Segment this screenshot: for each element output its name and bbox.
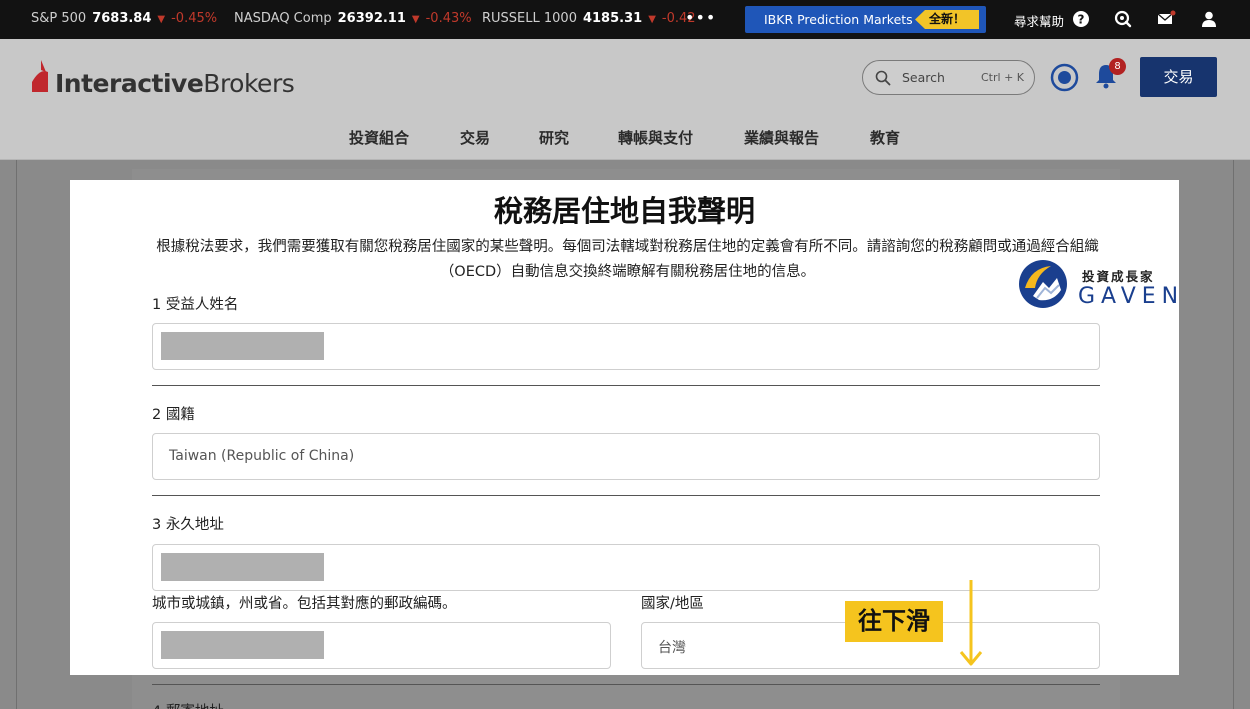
country-region-label: 國家/地區 [641, 596, 704, 612]
section-divider [152, 684, 1100, 685]
nav-item-education[interactable]: 教育 [870, 127, 900, 148]
site-header: InteractiveBrokers Search Ctrl + K 8 交易 … [0, 39, 1250, 160]
user-icon[interactable] [1199, 9, 1219, 29]
new-badge: 全新！ [915, 10, 979, 29]
beneficiary-name-label: 1 受益人姓名 [152, 297, 239, 313]
ticker-change: -0.45% [171, 11, 218, 26]
gaven-watermark: 投資成長家 GAVEN [1017, 258, 1178, 312]
page-border-right [1233, 160, 1234, 709]
market-ticker-bar: S&P 500 7683.84 ▼ -0.45% NASDAQ Comp 26392.1… [0, 0, 1250, 39]
page-title: 稅務居住地自我聲明 [493, 194, 755, 228]
nav-item-transfer-pay[interactable]: 轉帳與支付 [618, 127, 693, 148]
svg-text:?: ? [1078, 13, 1085, 27]
page-border-left [16, 160, 17, 709]
scroll-down-hint: 往下滑 [845, 601, 943, 642]
redacted-value [161, 631, 324, 659]
help-link[interactable]: 尋求幫助 [1014, 11, 1064, 30]
gaven-name: GAVEN [1078, 284, 1185, 309]
ticker-change: -0.43% [425, 11, 472, 26]
ticker-label: NASDAQ Comp [234, 11, 332, 26]
down-arrow-icon: ▼ [648, 14, 656, 25]
chat-icon[interactable] [1113, 9, 1133, 29]
nationality-value: Taiwan (Republic of China) [169, 448, 355, 464]
ticker-item-sp500[interactable]: S&P 500 7683.84 ▼ -0.45% [31, 11, 217, 26]
nav-item-portfolio[interactable]: 投資組合 [349, 127, 409, 148]
down-arrow-icon: ▼ [157, 14, 166, 25]
redacted-value [161, 553, 324, 581]
permanent-address-label: 3 永久地址 [152, 517, 224, 533]
mail-icon[interactable] [1156, 9, 1176, 29]
logo-text-rest: Brokers [203, 69, 295, 98]
city-postal-field[interactable] [152, 622, 611, 669]
logo-text-bold: Interactive [55, 69, 204, 98]
nav-item-trade[interactable]: 交易 [460, 127, 490, 148]
ticker-label: RUSSELL 1000 [482, 11, 577, 26]
more-tickers-button[interactable]: ••• [685, 8, 716, 27]
account-circle-icon[interactable] [1050, 63, 1079, 92]
search-icon [875, 70, 891, 86]
ticker-item-russell[interactable]: RUSSELL 1000 4185.31 ▼ -0.42 [482, 11, 696, 26]
prediction-markets-label: IBKR Prediction Markets [764, 12, 913, 27]
nav-item-research[interactable]: 研究 [539, 127, 569, 148]
search-placeholder: Search [902, 70, 945, 85]
search-shortcut: Ctrl + K [981, 71, 1024, 84]
question-circle-icon[interactable]: ? [1071, 9, 1091, 29]
notification-count-badge: 8 [1109, 58, 1126, 75]
ticker-label: S&P 500 [31, 11, 87, 26]
nationality-label: 2 國籍 [152, 407, 195, 423]
search-box[interactable]: Search Ctrl + K [862, 60, 1035, 95]
country-region-value: 台灣 [658, 640, 686, 656]
prediction-markets-banner[interactable]: IBKR Prediction Markets 全新！ [745, 6, 986, 33]
down-arrow-icon: ▼ [411, 14, 420, 25]
city-postal-label: 城市或城鎮，州或省。包括其對應的郵政編碼。 [152, 596, 457, 612]
down-arrow-icon [959, 580, 983, 666]
gaven-tagline: 投資成長家 [1082, 269, 1155, 284]
section-divider [152, 495, 1100, 496]
nav-item-performance-reports[interactable]: 業績與報告 [744, 127, 819, 148]
redacted-value [161, 332, 324, 360]
mailing-address-label: 4 郵寄地址 [152, 700, 224, 709]
beneficiary-name-field[interactable] [152, 323, 1100, 370]
ticker-value: 7683.84 [92, 11, 152, 26]
ticker-value: 4185.31 [582, 11, 643, 26]
gaven-logo-icon [1019, 260, 1067, 308]
trade-button[interactable]: 交易 [1140, 57, 1217, 97]
section-divider [152, 385, 1100, 386]
ib-logo[interactable]: InteractiveBrokers [55, 69, 295, 98]
ticker-value: 26392.11 [337, 11, 406, 26]
form-intro-text: 根據稅法要求，我們需要獲取有關您稅務居住國家的某些聲明。每個司法轄域對稅務居住地… [156, 239, 1099, 280]
ticker-item-nasdaq[interactable]: NASDAQ Comp 26392.11 ▼ -0.43% [234, 11, 472, 26]
tax-residency-form-panel: 稅務居住地自我聲明 根據稅法要求，我們需要獲取有關您稅務居住國家的某些聲明。每個… [70, 180, 1179, 675]
nationality-field[interactable]: Taiwan (Republic of China) [152, 433, 1100, 480]
ib-logo-icon[interactable] [30, 58, 52, 98]
